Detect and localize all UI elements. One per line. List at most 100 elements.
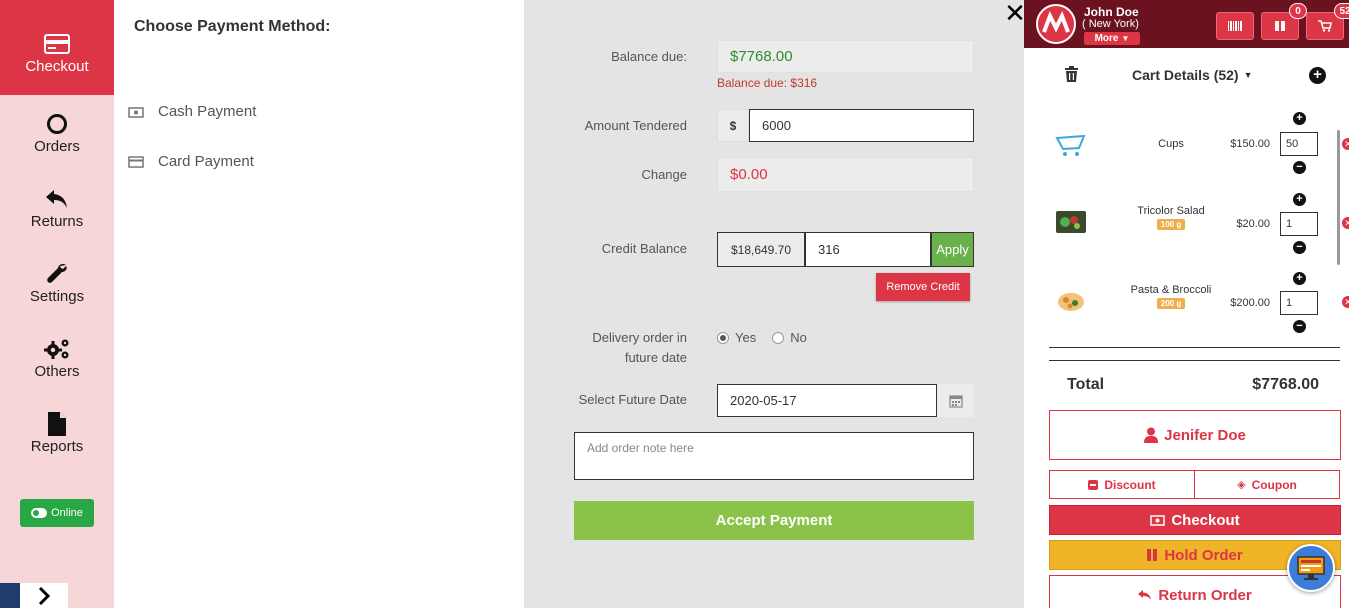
more-label: More: [1094, 33, 1119, 44]
total-value: $7768.00: [1252, 376, 1319, 393]
nav-others[interactable]: Others: [0, 320, 114, 395]
credit-amount-input[interactable]: 316: [805, 232, 931, 267]
delivery-label: Delivery order in future date: [524, 328, 687, 368]
calendar-button[interactable]: [937, 384, 974, 417]
pause-icon: [1147, 549, 1158, 561]
nav-reports[interactable]: Reports: [0, 395, 114, 470]
online-label: Online: [51, 507, 83, 519]
trash-icon: [1065, 66, 1078, 82]
remove-credit-button[interactable]: Remove Credit: [876, 273, 970, 301]
nav-returns-label: Returns: [30, 213, 84, 230]
payment-methods-title: Choose Payment Method:: [134, 18, 331, 35]
item-name: Pasta & Broccoli: [1130, 284, 1212, 296]
cart-panel: John Doe ( New York) More ▼ 0 52 Cart De…: [1024, 0, 1349, 608]
nav-settings-label: Settings: [29, 288, 85, 305]
credit-card-icon: [44, 30, 70, 58]
cash-payment-option[interactable]: Cash Payment: [128, 103, 256, 120]
reply-icon: [1138, 590, 1152, 600]
nav-orders[interactable]: Orders: [0, 95, 114, 170]
order-note-textarea[interactable]: Add order note here: [574, 432, 974, 480]
item-price: $150.00: [1230, 138, 1270, 150]
increase-qty-icon[interactable]: +: [1293, 193, 1306, 206]
cart-item: Tricolor Salad 100 g $20.00 + 1 − ✕: [1050, 191, 1349, 269]
return-order-label: Return Order: [1158, 586, 1252, 604]
divider: [1049, 360, 1340, 361]
card-payment-label: Card Payment: [158, 153, 254, 170]
item-name: Cups: [1158, 138, 1184, 150]
hold-order-label: Hold Order: [1164, 546, 1243, 564]
currency-addon: $: [717, 109, 749, 142]
cart-header: John Doe ( New York) More ▼ 0 52: [1024, 0, 1349, 48]
nav-checkout-label: Checkout: [25, 58, 89, 75]
nav-checkout[interactable]: Checkout: [0, 0, 114, 95]
discount-button[interactable]: Discount: [1049, 470, 1195, 499]
remove-item-icon[interactable]: ✕: [1342, 296, 1349, 308]
toggle-icon: [31, 508, 48, 518]
qty-input[interactable]: 1: [1280, 212, 1318, 236]
no-radio[interactable]: [772, 331, 785, 344]
credit-balance-value: $18,649.70: [717, 232, 805, 267]
change-label: Change: [641, 167, 687, 182]
cart-scrollbar[interactable]: [1337, 130, 1340, 265]
customer-button[interactable]: Jenifer Doe: [1049, 410, 1341, 460]
decrease-qty-icon[interactable]: −: [1293, 161, 1306, 174]
remove-item-icon[interactable]: ✕: [1342, 138, 1349, 150]
clear-cart-button[interactable]: [1064, 66, 1079, 88]
money-icon: [1150, 514, 1166, 526]
qty-input[interactable]: 1: [1280, 291, 1318, 315]
total-label: Total: [1067, 376, 1105, 393]
qty-input[interactable]: 50: [1280, 132, 1318, 156]
customer-display-button[interactable]: [1287, 544, 1335, 592]
checkout-button[interactable]: Checkout: [1049, 505, 1341, 535]
checkout-label: Checkout: [1171, 511, 1240, 529]
product-image-salad: [1056, 211, 1086, 233]
add-item-icon[interactable]: +: [1309, 67, 1326, 84]
cart-details-title: Cart Details (52): [1132, 67, 1239, 83]
nav-settings[interactable]: Settings: [0, 245, 114, 320]
coupon-button[interactable]: ◈ Coupon: [1194, 470, 1340, 499]
apply-credit-button[interactable]: Apply: [931, 232, 974, 267]
yes-label: Yes: [735, 330, 757, 345]
expand-sidebar-button[interactable]: [20, 583, 68, 608]
future-date-input[interactable]: 2020-05-17: [717, 384, 937, 417]
tag-icon: ◈: [1237, 479, 1246, 491]
nav-returns[interactable]: Returns: [0, 170, 114, 245]
sidebar: Checkout Orders Returns Settings Others: [0, 0, 114, 608]
balance-due-label: Balance due:: [611, 49, 687, 64]
hold-count-badge: 0: [1289, 3, 1307, 19]
online-toggle[interactable]: Online: [20, 499, 94, 527]
nav-others-label: Others: [34, 363, 80, 380]
card-payment-option[interactable]: Card Payment: [128, 153, 254, 170]
pause-icon: [1275, 21, 1285, 31]
increase-qty-icon[interactable]: +: [1293, 112, 1306, 125]
reply-icon: [44, 185, 70, 213]
cart-details-dropdown[interactable]: Cart Details (52) ▼: [1132, 67, 1253, 83]
user-icon: [1144, 427, 1159, 443]
caret-down-icon: ▼: [1121, 34, 1130, 43]
future-date-label: Select Future Date: [578, 392, 687, 407]
divider: [1049, 347, 1340, 348]
item-weight-tag: 100 g: [1156, 219, 1186, 230]
user-location: ( New York): [1082, 18, 1139, 30]
barcode-button[interactable]: [1216, 12, 1254, 40]
accept-payment-button[interactable]: Accept Payment: [574, 501, 974, 540]
no-label: No: [790, 330, 807, 345]
remove-item-icon[interactable]: ✕: [1342, 217, 1349, 229]
delivery-options: Yes No: [717, 330, 807, 345]
increase-qty-icon[interactable]: +: [1293, 272, 1306, 285]
more-button[interactable]: More ▼: [1084, 32, 1140, 45]
nav-orders-label: Orders: [34, 138, 80, 155]
monitor-icon: [1297, 556, 1325, 580]
user-name: John Doe: [1084, 5, 1139, 19]
amount-tendered-input[interactable]: 6000: [749, 109, 974, 142]
cart-item: Pasta & Broccoli 200 g $200.00 + 1 − ✕: [1050, 270, 1349, 348]
delivery-label-line1: Delivery order in: [592, 330, 687, 345]
close-icon[interactable]: ✕: [1004, 0, 1026, 26]
item-name: Tricolor Salad: [1137, 205, 1205, 217]
item-price: $200.00: [1230, 297, 1270, 309]
decrease-qty-icon[interactable]: −: [1293, 320, 1306, 333]
yes-radio[interactable]: [717, 331, 729, 344]
item-name-block: Pasta & Broccoli 200 g: [1106, 284, 1236, 309]
decrease-qty-icon[interactable]: −: [1293, 241, 1306, 254]
minus-square-icon: [1088, 479, 1099, 490]
